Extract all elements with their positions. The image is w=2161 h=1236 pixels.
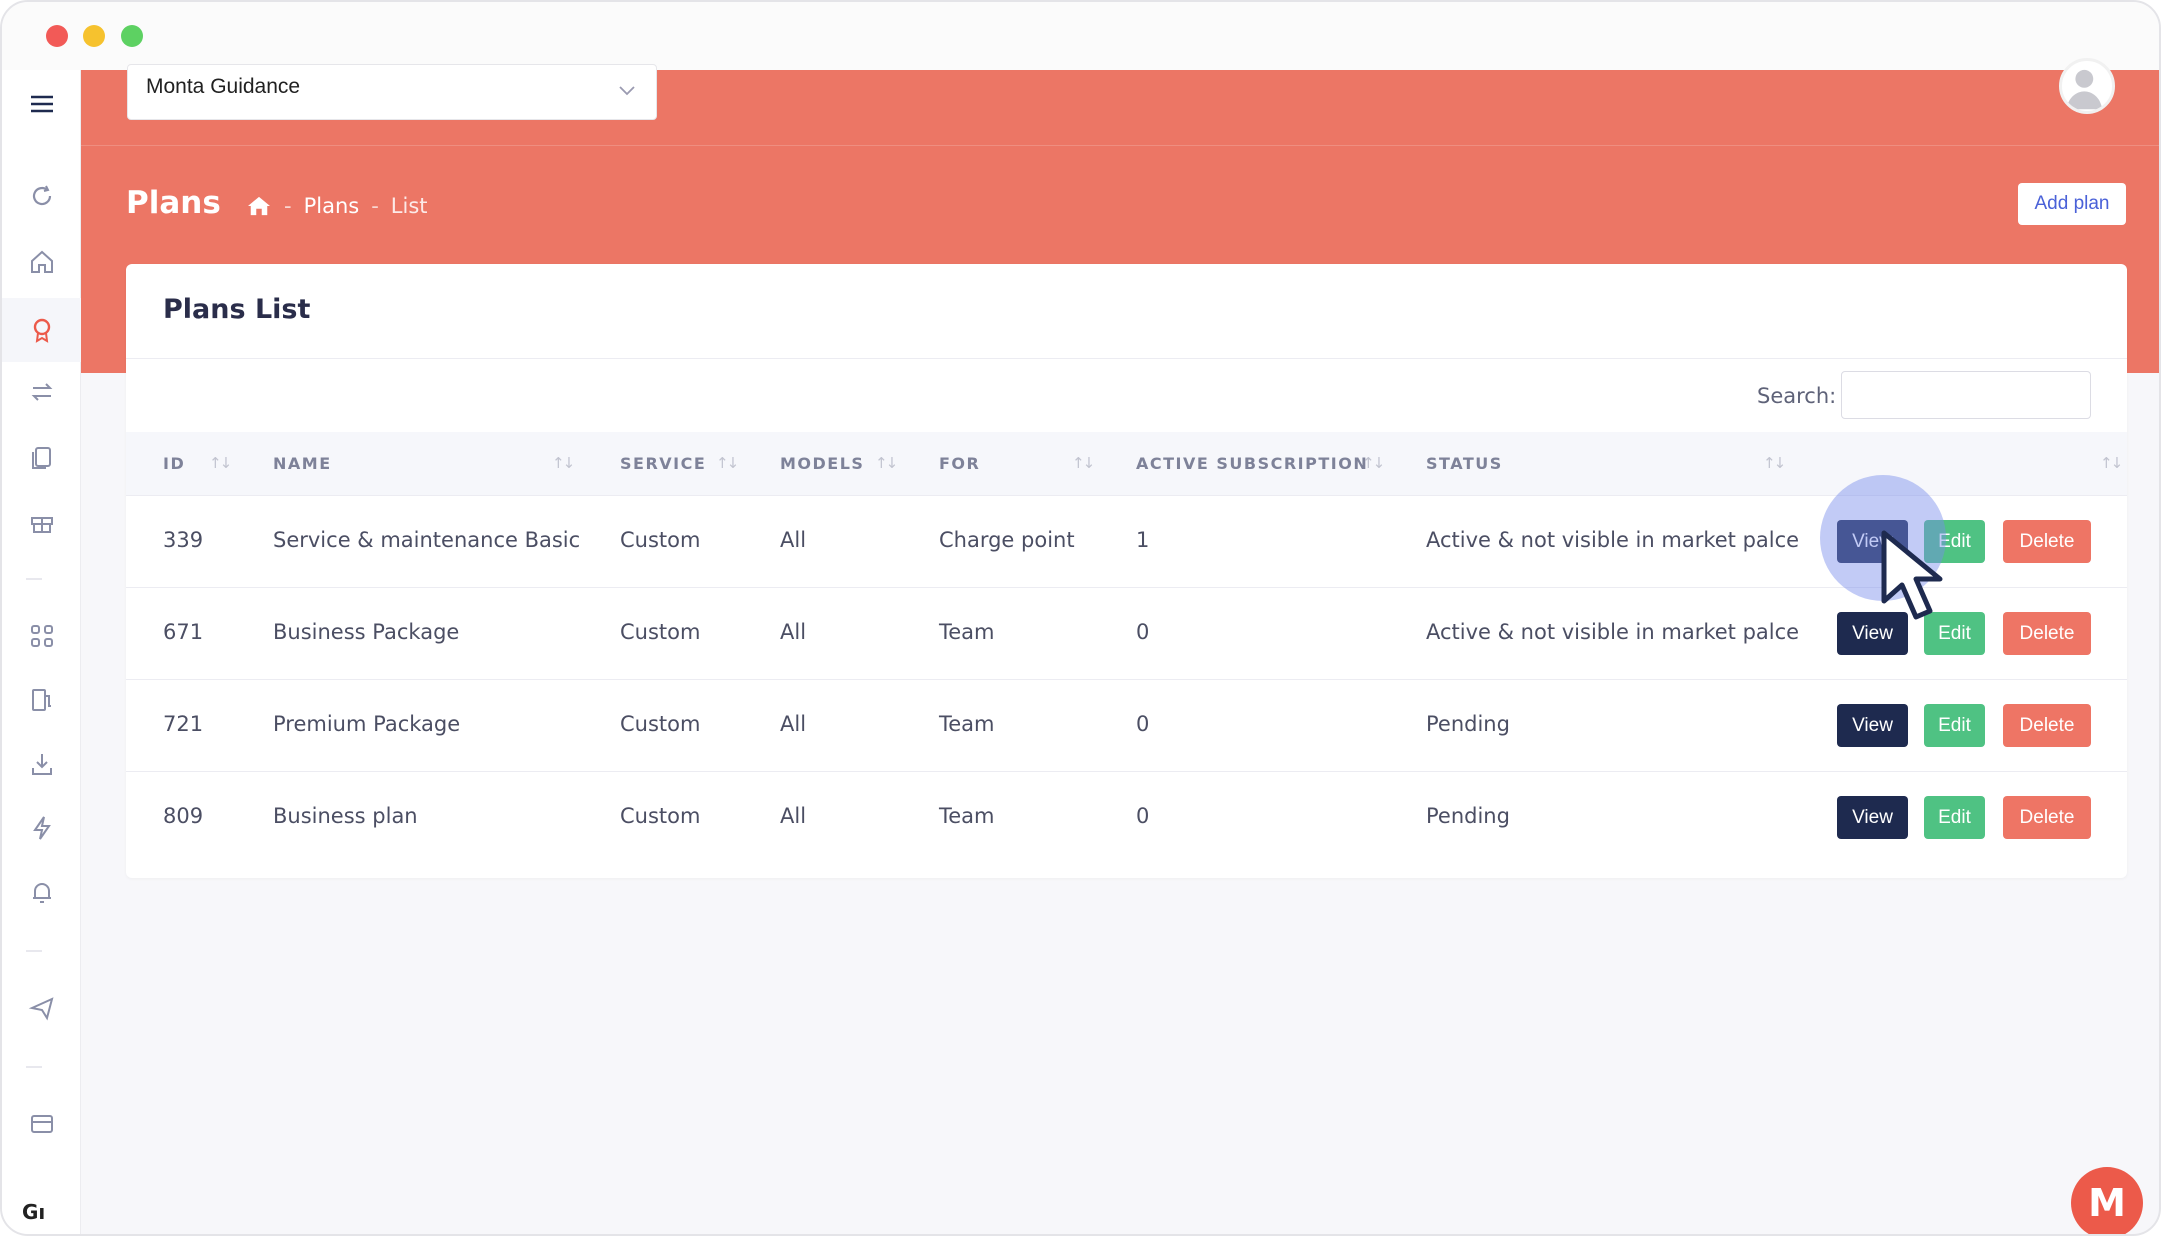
window-titlebar	[2, 2, 2159, 70]
cell-service: Custom	[620, 804, 701, 828]
menu-icon[interactable]	[2, 82, 81, 126]
cell-id: 339	[163, 528, 204, 552]
sidebar: Gı	[2, 70, 81, 1234]
plans-list-card: Plans List Search: ID ↑↓ NAME ↑↓ SERVICE…	[126, 264, 2127, 878]
cell-id: 721	[163, 712, 204, 736]
cell-models: All	[780, 804, 807, 828]
cell-status: Pending	[1426, 804, 1510, 828]
cell-id: 809	[163, 804, 204, 828]
plans-icon[interactable]	[2, 298, 81, 362]
search-label: Search:	[1757, 384, 1837, 408]
cell-models: All	[780, 528, 807, 552]
brand-logo[interactable]: M	[2071, 1167, 2143, 1234]
sidebar-divider	[26, 950, 42, 952]
sort-icon[interactable]: ↑↓	[552, 454, 575, 472]
cell-service: Custom	[620, 712, 701, 736]
breadcrumb: - Plans - List	[246, 194, 428, 218]
organization-select-value: Monta Guidance	[146, 75, 301, 98]
alarm-icon[interactable]	[2, 870, 81, 914]
home-icon[interactable]	[2, 240, 81, 284]
chevron-down-icon	[619, 86, 635, 96]
documents-icon[interactable]	[2, 436, 81, 480]
delete-button[interactable]: Delete	[2003, 612, 2091, 655]
delete-button[interactable]: Delete	[2003, 520, 2091, 563]
cell-active-subscription: 0	[1136, 620, 1150, 644]
table-row: 671 Business Package Custom All Team 0 A…	[126, 588, 2127, 680]
maximize-window-button[interactable]	[121, 25, 143, 47]
gift-icon[interactable]	[2, 500, 81, 544]
breadcrumb-separator: -	[284, 194, 292, 218]
sidebar-bottom-label: Gı	[22, 1200, 46, 1224]
card-divider	[126, 358, 2127, 359]
view-button[interactable]: View	[1837, 704, 1908, 747]
column-header-for[interactable]: FOR	[939, 454, 980, 473]
column-header-id[interactable]: ID	[163, 454, 185, 473]
mouse-cursor-icon	[1881, 530, 1943, 620]
cell-name: Service & maintenance Basic	[273, 528, 581, 552]
cell-active-subscription: 0	[1136, 712, 1150, 736]
sort-icon[interactable]: ↑↓	[209, 454, 232, 472]
organization-select[interactable]: Monta Guidance	[127, 64, 657, 120]
add-plan-button[interactable]: Add plan	[2018, 183, 2126, 225]
cell-service: Custom	[620, 620, 701, 644]
column-header-name[interactable]: NAME	[273, 454, 332, 473]
edit-button[interactable]: Edit	[1924, 704, 1985, 747]
card-icon[interactable]	[2, 1102, 81, 1146]
cell-status: Pending	[1426, 712, 1510, 736]
sort-icon[interactable]: ↑↓	[1072, 454, 1095, 472]
sort-icon[interactable]: ↑↓	[716, 454, 739, 472]
sort-icon[interactable]: ↑↓	[2100, 454, 2123, 472]
user-avatar[interactable]	[2059, 58, 2115, 114]
cell-models: All	[780, 712, 807, 736]
cell-status: Active & not visible in market palce	[1426, 620, 1800, 644]
breadcrumb-separator: -	[371, 194, 379, 218]
sort-icon[interactable]: ↑↓	[1362, 454, 1385, 472]
search-input[interactable]	[1841, 371, 2091, 419]
charger-icon[interactable]	[2, 678, 81, 722]
column-header-status[interactable]: STATUS	[1426, 454, 1503, 473]
cell-for: Team	[939, 804, 995, 828]
refresh-icon[interactable]	[2, 174, 81, 218]
card-title: Plans List	[163, 294, 311, 325]
cell-id: 671	[163, 620, 204, 644]
cell-models: All	[780, 620, 807, 644]
sidebar-divider	[26, 1066, 42, 1068]
cell-for: Charge point	[939, 528, 1075, 552]
table-row: 721 Premium Package Custom All Team 0 Pe…	[126, 680, 2127, 772]
edit-button[interactable]: Edit	[1924, 796, 1985, 839]
cell-name: Business Package	[273, 620, 460, 644]
cell-status: Active & not visible in market palce	[1426, 528, 1800, 552]
cell-for: Team	[939, 712, 995, 736]
grid-icon[interactable]	[2, 614, 81, 658]
sidebar-divider	[26, 578, 42, 580]
page-title: Plans	[126, 185, 221, 221]
minimize-window-button[interactable]	[83, 25, 105, 47]
cell-service: Custom	[620, 528, 701, 552]
view-button[interactable]: View	[1837, 796, 1908, 839]
download-icon[interactable]	[2, 742, 81, 786]
column-header-active-subscription[interactable]: ACTIVE SUBSCRIPTION	[1136, 454, 1368, 473]
cell-active-subscription: 0	[1136, 804, 1150, 828]
app-window: Gı Monta Guidance Plans - Plans - List A…	[0, 0, 2161, 1236]
close-window-button[interactable]	[46, 25, 68, 47]
cell-name: Business plan	[273, 804, 418, 828]
home-icon[interactable]	[246, 195, 272, 217]
send-icon[interactable]	[2, 986, 81, 1030]
cell-active-subscription: 1	[1136, 528, 1150, 552]
cell-for: Team	[939, 620, 995, 644]
transfer-icon[interactable]	[2, 370, 81, 414]
delete-button[interactable]: Delete	[2003, 704, 2091, 747]
table-header: ID ↑↓ NAME ↑↓ SERVICE ↑↓ MODELS ↑↓ FOR ↑…	[126, 432, 2127, 496]
breadcrumb-plans[interactable]: Plans	[304, 194, 360, 218]
breadcrumb-list: List	[390, 194, 428, 218]
sort-icon[interactable]: ↑↓	[1763, 454, 1786, 472]
column-header-service[interactable]: SERVICE	[620, 454, 706, 473]
cell-name: Premium Package	[273, 712, 461, 736]
column-header-models[interactable]: MODELS	[780, 454, 864, 473]
sort-icon[interactable]: ↑↓	[875, 454, 898, 472]
lightning-icon[interactable]	[2, 806, 81, 850]
header-divider	[81, 145, 2159, 146]
delete-button[interactable]: Delete	[2003, 796, 2091, 839]
table-row: 809 Business plan Custom All Team 0 Pend…	[126, 772, 2127, 864]
